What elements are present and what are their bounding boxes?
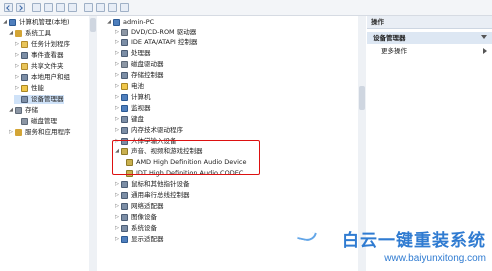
device-category[interactable]: ▷ 通用串行总线控制器: [114, 191, 190, 200]
storage-icon: [15, 107, 22, 114]
folder-icon: [21, 63, 28, 70]
tree-item-system-tools[interactable]: ◢ 系统工具: [8, 29, 51, 38]
device-category[interactable]: ▷ 处理器: [114, 49, 151, 58]
device-category[interactable]: ▷ 计算机: [114, 93, 151, 102]
device-category[interactable]: ▷ 内存技术驱动程序: [114, 126, 183, 135]
usb-icon: [121, 192, 128, 199]
help-icon[interactable]: [68, 3, 77, 12]
watermark-url: www.baiyunxitong.com: [384, 253, 486, 264]
tree-item-task-scheduler[interactable]: ▷ 任务计划程序: [14, 40, 70, 49]
disk-icon: [21, 118, 28, 125]
device-category[interactable]: ▷ 图像设备: [114, 213, 157, 222]
tree-item-storage[interactable]: ◢ 存储: [8, 106, 38, 115]
forward-button[interactable]: [16, 3, 25, 12]
services-icon: [15, 129, 22, 136]
system-icon: [121, 225, 128, 232]
disk-icon: [121, 61, 128, 68]
red-highlight-box: [112, 140, 260, 175]
device-category[interactable]: ▷ 存储控制器: [114, 71, 164, 80]
up-level-icon[interactable]: [32, 3, 41, 12]
tree-item-event-viewer[interactable]: ▷ 事件查看器: [14, 51, 64, 60]
actions-header: 操作: [367, 16, 492, 29]
tree-item-services-apps[interactable]: ▷ 服务和应用程序: [8, 128, 71, 137]
watermark-title: 白云一键重装系统: [342, 231, 486, 251]
tree-item-disk-management[interactable]: 磁盘管理: [14, 117, 57, 126]
computer-icon: [121, 94, 128, 101]
device-category[interactable]: ▷ 监视器: [114, 104, 151, 113]
device-root[interactable]: ◢ admin-PC: [106, 18, 154, 27]
back-button[interactable]: [4, 3, 13, 12]
device-category[interactable]: ▷ 显示适配器: [114, 235, 164, 244]
camera-icon: [121, 214, 128, 221]
device-category[interactable]: ▷ 系统设备: [114, 224, 157, 233]
dvd-icon: [121, 29, 128, 36]
monitor-icon: [121, 105, 128, 112]
memory-icon: [121, 127, 128, 134]
tools-icon: [15, 30, 22, 37]
properties-icon[interactable]: [56, 3, 65, 12]
uninstall-device-icon[interactable]: [120, 3, 129, 12]
mouse-icon: [121, 181, 128, 188]
scan-hardware-icon[interactable]: [84, 3, 93, 12]
performance-icon: [21, 85, 28, 92]
device-category[interactable]: ▷ 磁盘驱动器: [114, 60, 164, 69]
computer-icon: [9, 19, 16, 26]
tree-item-computer-management[interactable]: ◢ 计算机管理(本地): [2, 18, 70, 27]
device-category[interactable]: ▷ 电池: [114, 82, 144, 91]
caret-up-icon: [481, 35, 487, 39]
more-actions-link[interactable]: 更多操作: [367, 45, 492, 57]
battery-icon: [121, 83, 128, 90]
device-icon: [21, 96, 28, 103]
caret-right-icon: [483, 48, 487, 54]
storage-icon: [121, 72, 128, 79]
left-navigation-pane: ◢ 计算机管理(本地) ◢ 系统工具 ▷ 任务计划程序 ▷ 事件查看器 ▷ 共享文件夹 ▷…: [0, 16, 97, 271]
device-category[interactable]: ▷ 网络适配器: [114, 202, 164, 211]
keyboard-icon: [121, 116, 128, 123]
actions-device-manager[interactable]: 设备管理器: [367, 32, 492, 44]
tree-item-local-users[interactable]: ▷ 本地用户和组: [14, 73, 70, 82]
left-scrollbar[interactable]: [89, 16, 97, 271]
display-icon: [121, 236, 128, 243]
tree-item-shared-folders[interactable]: ▷ 共享文件夹: [14, 62, 64, 71]
computer-icon: [113, 19, 120, 26]
update-driver-icon[interactable]: [96, 3, 105, 12]
tree-item-device-manager[interactable]: 设备管理器: [14, 95, 64, 104]
task-icon: [21, 41, 28, 48]
show-hide-tree-icon[interactable]: [44, 3, 53, 12]
cpu-icon: [121, 50, 128, 57]
users-icon: [21, 74, 28, 81]
event-icon: [21, 52, 28, 59]
watermark: 白云一键重装系统 www.baiyunxitong.com: [342, 226, 486, 264]
device-category[interactable]: ▷ DVD/CD-ROM 驱动器: [114, 28, 196, 37]
device-category[interactable]: ▷ 鼠标和其他指针设备: [114, 180, 190, 189]
device-category[interactable]: ▷ IDE ATA/ATAPI 控制器: [114, 38, 197, 47]
network-icon: [121, 203, 128, 210]
tree-item-performance[interactable]: ▷ 性能: [14, 84, 44, 93]
device-category[interactable]: ▷ 键盘: [114, 115, 144, 124]
disable-device-icon[interactable]: [108, 3, 117, 12]
toolbar: [0, 0, 492, 16]
ide-icon: [121, 39, 128, 46]
